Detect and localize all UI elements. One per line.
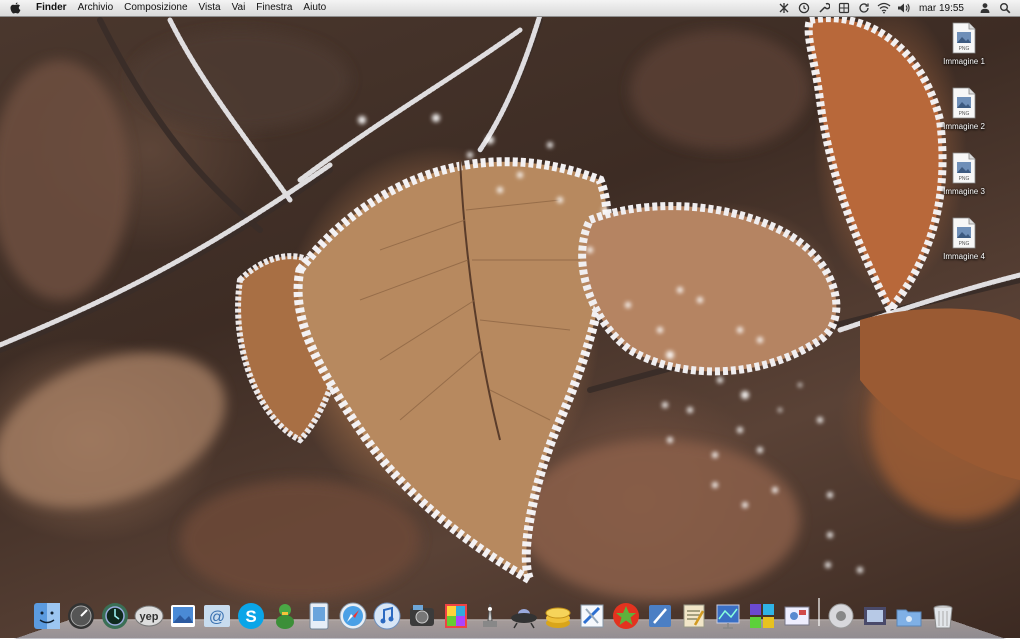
- menu-aiuto[interactable]: Aiuto: [303, 0, 326, 16]
- dock-adium[interactable]: [269, 599, 302, 632]
- file-label: Immagine 1: [943, 57, 985, 66]
- volume-icon[interactable]: [897, 1, 911, 15]
- photo-booth-icon: [444, 603, 467, 628]
- dashboard-icon: [67, 602, 94, 629]
- desktop-file-immagine-3[interactable]: PNG Immagine 3: [934, 152, 994, 196]
- menu-finder[interactable]: Finder: [36, 0, 67, 16]
- mail-icon: @: [203, 604, 230, 627]
- bluetooth-tool-icon[interactable]: [777, 1, 791, 15]
- time-machine-icon: [101, 602, 128, 629]
- itunes-icon: [373, 602, 401, 629]
- apple-menu-icon[interactable]: [8, 1, 22, 15]
- preview-icon: [309, 602, 329, 629]
- iphoto-camera-icon: [409, 604, 434, 626]
- spaces-icon[interactable]: [837, 1, 851, 15]
- wifi-icon[interactable]: [877, 1, 891, 15]
- dock-photo-booth[interactable]: [439, 599, 472, 632]
- xcode-icon: [580, 604, 604, 627]
- png-document-icon: PNG: [952, 217, 976, 249]
- desktop-file-immagine-2[interactable]: PNG Immagine 2: [934, 87, 994, 131]
- finder-icon: [33, 602, 60, 629]
- safari-compass-icon: [339, 602, 367, 629]
- desktop-file-immagine-4[interactable]: PNG Immagine 4: [934, 217, 994, 261]
- menu-vai[interactable]: Vai: [232, 0, 246, 16]
- screenshot-icon: [784, 606, 810, 625]
- svg-text:yep: yep: [139, 611, 158, 623]
- automator-icon: [482, 603, 497, 627]
- dock-documents-folder[interactable]: [892, 599, 925, 632]
- yep-icon: yep: [134, 605, 164, 626]
- dock-skype[interactable]: S: [235, 599, 268, 632]
- menu-bar: Finder Archivio Composizione Vista Vai F…: [0, 0, 1020, 17]
- svg-text:PNG: PNG: [959, 176, 970, 182]
- desktop-file-immagine-1[interactable]: PNG Immagine 1: [934, 22, 994, 66]
- dock-trash[interactable]: [926, 599, 959, 632]
- dock-screenshot[interactable]: [780, 599, 813, 632]
- menu-composizione[interactable]: Composizione: [124, 0, 187, 16]
- dock-preview[interactable]: [303, 599, 336, 632]
- svg-text:@: @: [209, 609, 225, 626]
- svg-text:S: S: [245, 607, 256, 626]
- dock-iphoto[interactable]: [405, 599, 438, 632]
- dock-keynote[interactable]: [712, 599, 745, 632]
- stack-icon: [863, 606, 886, 625]
- photo-icon: [170, 604, 195, 627]
- dock-growl[interactable]: [610, 599, 643, 632]
- dock: yep @ S: [30, 592, 961, 632]
- dock-separator: [818, 598, 821, 626]
- coins-icon: [545, 607, 571, 628]
- menu-archivio[interactable]: Archivio: [78, 0, 114, 16]
- svg-text:PNG: PNG: [959, 241, 970, 247]
- pen-tool-icon: [649, 604, 672, 627]
- time-machine-icon[interactable]: [797, 1, 811, 15]
- svg-text:PNG: PNG: [959, 46, 970, 52]
- frosted-leaves-wallpaper: [0, 12, 1020, 600]
- desktop-wallpaper: [0, 0, 1020, 638]
- file-label: Immagine 4: [943, 252, 985, 261]
- system-prefs-icon: [828, 603, 854, 628]
- spaces-grid-icon: [750, 603, 775, 628]
- dock-safari[interactable]: [337, 599, 370, 632]
- dock-ufo[interactable]: [507, 599, 540, 632]
- menu-vista[interactable]: Vista: [199, 0, 221, 16]
- dock-mail[interactable]: @: [200, 599, 233, 632]
- svg-text:PNG: PNG: [959, 111, 970, 117]
- keynote-icon: [716, 604, 740, 629]
- dock-yep[interactable]: yep: [132, 599, 165, 632]
- png-document-icon: PNG: [952, 87, 976, 119]
- menubar-clock[interactable]: mar 19:55: [919, 3, 964, 14]
- dock-xcode[interactable]: [576, 599, 609, 632]
- dock-system-prefs[interactable]: [824, 599, 857, 632]
- file-label: Immagine 2: [943, 122, 985, 131]
- dock-script-editor[interactable]: [678, 599, 711, 632]
- dock-pen-tool[interactable]: [644, 599, 677, 632]
- dock-coins[interactable]: [541, 599, 574, 632]
- png-document-icon: PNG: [952, 152, 976, 184]
- dock-automator[interactable]: [473, 599, 506, 632]
- menu-finestra[interactable]: Finestra: [256, 0, 292, 16]
- wrench-icon[interactable]: [817, 1, 831, 15]
- sync-icon[interactable]: [857, 1, 871, 15]
- png-document-icon: PNG: [952, 22, 976, 54]
- ufo-icon: [510, 608, 537, 628]
- dock-finder[interactable]: [30, 599, 63, 632]
- file-label: Immagine 3: [943, 187, 985, 196]
- skype-icon: S: [238, 602, 265, 629]
- dock-dashboard[interactable]: [64, 599, 97, 632]
- adium-duck-icon: [276, 603, 295, 629]
- dock-spaces[interactable]: [746, 599, 779, 632]
- dock-iphoto-library[interactable]: [166, 599, 199, 632]
- trash-icon: [933, 604, 953, 628]
- user-icon[interactable]: [978, 1, 992, 15]
- spotlight-search-icon[interactable]: [998, 1, 1012, 15]
- red-star-icon: [613, 602, 640, 629]
- script-editor-icon: [683, 604, 705, 627]
- folder-icon: [896, 609, 922, 626]
- dock-downloads-stack[interactable]: [858, 599, 891, 632]
- dock-itunes[interactable]: [371, 599, 404, 632]
- dock-time-machine[interactable]: [98, 599, 131, 632]
